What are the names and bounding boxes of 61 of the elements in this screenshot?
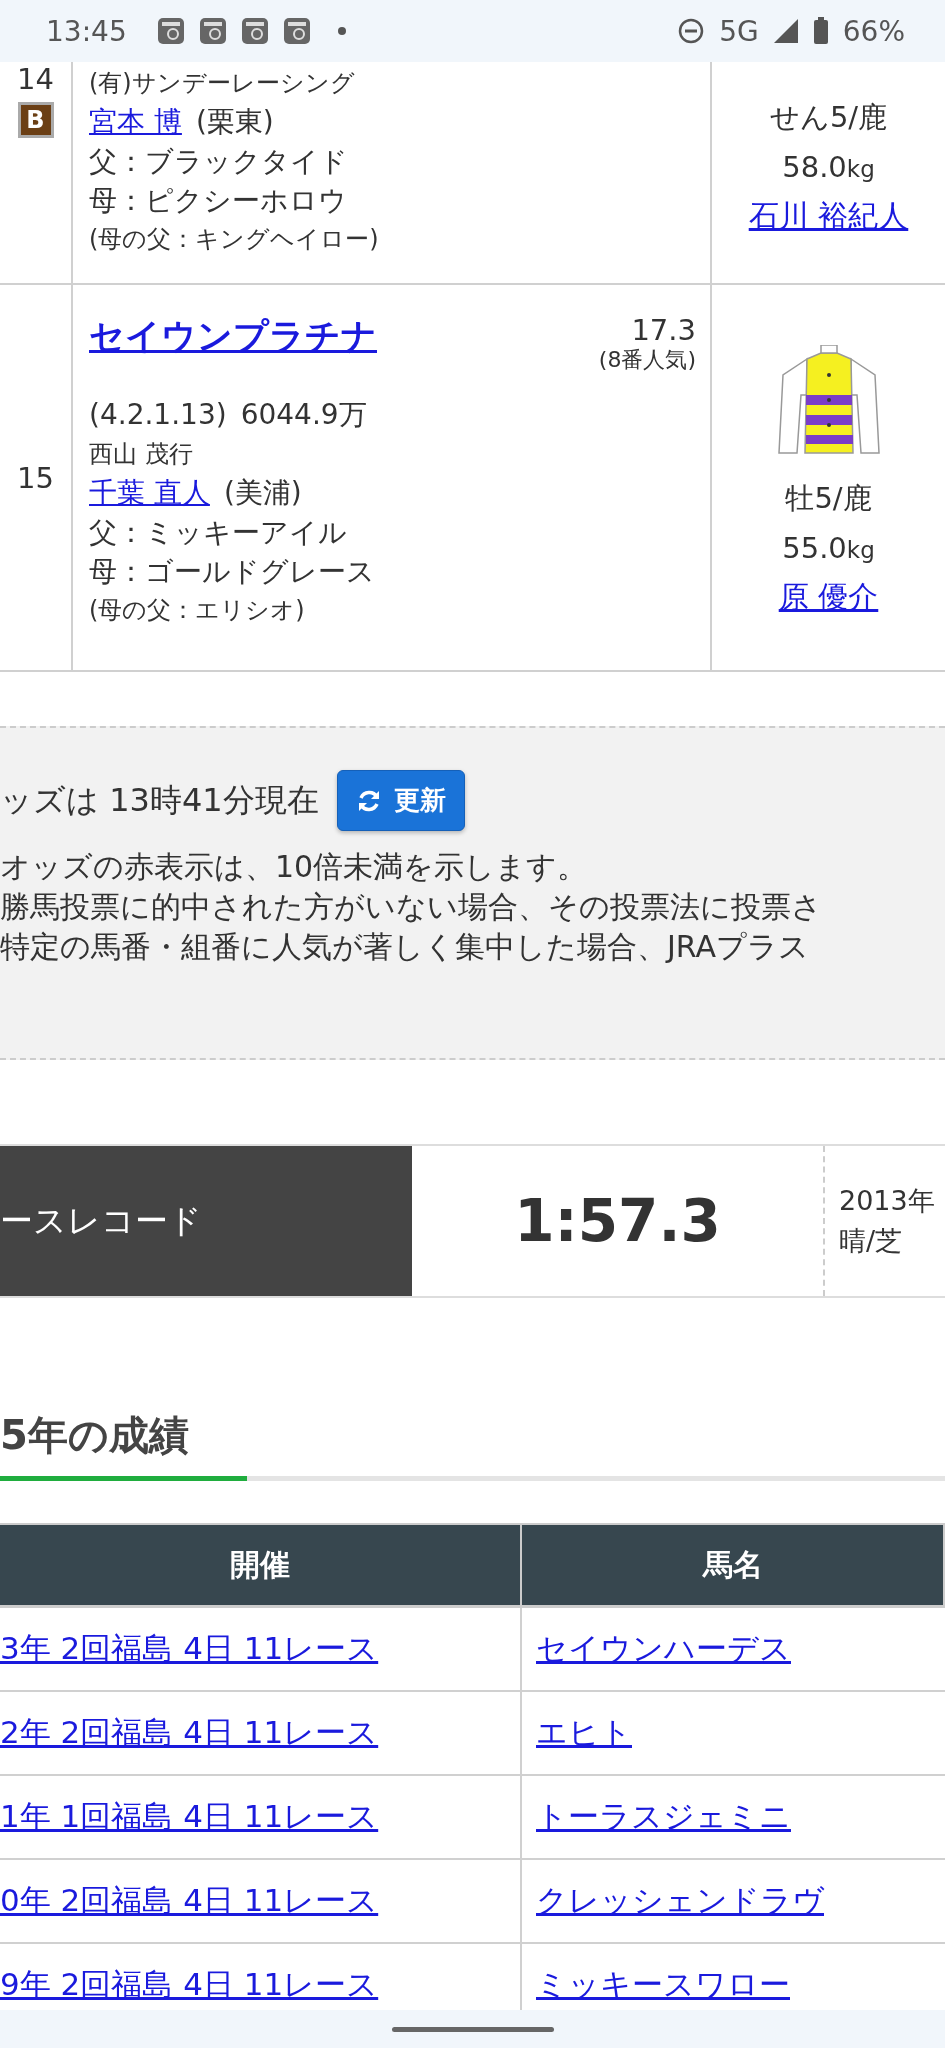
dam-sire-name: (母の父：キングヘイロー) xyxy=(89,224,380,255)
prize-money: 6044.9万 xyxy=(240,398,367,431)
weight-value: 55.0 xyxy=(782,531,847,565)
weight-value: 58.0 xyxy=(782,150,847,184)
trainer-link[interactable]: 千葉 直人 xyxy=(89,476,210,509)
record-date: 2013年 xyxy=(839,1184,936,1218)
refresh-button[interactable]: 更新 xyxy=(336,770,465,831)
notification-icon xyxy=(282,17,311,45)
odds-time-text: ッズは 13時41分現在 xyxy=(0,779,319,821)
weight-unit: kg xyxy=(846,537,875,563)
sire-name: 父：ミッキーアイル xyxy=(89,515,348,551)
sire-name: 父：ブラックタイド xyxy=(89,144,349,180)
note-text: 勝馬投票に的中された方がいない場合、その投票法に投票さ xyxy=(0,888,823,926)
odds-value: 17.3 xyxy=(631,313,696,347)
horse-number: 15 xyxy=(17,460,54,495)
horse-name-link[interactable]: セイウンプラチナ xyxy=(89,313,377,360)
race-link[interactable]: 2年 2回福島 4日 11レース xyxy=(0,1712,379,1754)
popularity-rank: (8番人気) xyxy=(598,347,696,373)
do-not-disturb-icon xyxy=(677,17,706,45)
record-condition: 晴/芝 xyxy=(839,1224,904,1258)
dam-name: 母：ゴールドグレース xyxy=(89,554,376,590)
battery-percent: 66% xyxy=(842,14,905,48)
sex-age: せん5/鹿 xyxy=(769,99,888,136)
stable-location: (栗東) xyxy=(195,105,274,138)
race-link[interactable]: 0年 2回福島 4日 11レース xyxy=(0,1880,379,1922)
horse-link[interactable]: クレッシェンドラヴ xyxy=(536,1880,824,1922)
dam-name: 母：ピクシーホロウ xyxy=(89,183,348,219)
weight-unit: kg xyxy=(846,156,875,182)
notification-icon xyxy=(240,17,269,45)
race-record: (4.2.1.13) xyxy=(89,398,227,431)
horse-link[interactable]: セイウンハーデス xyxy=(536,1628,791,1670)
dot-icon xyxy=(336,26,347,36)
jockey-link[interactable]: 石川 裕紀人 xyxy=(748,194,909,238)
owner-name: 西山 茂行 xyxy=(89,439,194,470)
blinker-badge: B xyxy=(17,102,54,138)
column-header: 開催 xyxy=(0,1525,522,1605)
battery-icon xyxy=(812,17,829,45)
trainer-link[interactable]: 宮本 博 xyxy=(89,105,182,138)
race-link[interactable]: 3年 2回福島 4日 11レース xyxy=(0,1628,379,1670)
section-heading: 5年の成績 xyxy=(0,1411,190,1460)
record-label: ースレコード xyxy=(0,1146,412,1296)
horse-link[interactable]: ミッキースワロー xyxy=(536,1964,790,2006)
horse-number: 14 xyxy=(17,62,54,96)
stable-location: (美浦) xyxy=(223,476,302,509)
horse-link[interactable]: エヒト xyxy=(536,1712,632,1754)
race-link[interactable]: 1年 1回福島 4日 11レース xyxy=(0,1796,379,1838)
race-link[interactable]: 9年 2回福島 4日 11レース xyxy=(0,1964,379,2006)
owner-name: (有)サンデーレーシング xyxy=(89,68,356,99)
jockey-link[interactable]: 原 優介 xyxy=(778,575,879,619)
network-label: 5G xyxy=(719,14,759,48)
notification-icon xyxy=(156,17,185,45)
record-time: 1:57.3 xyxy=(513,1186,722,1257)
dam-sire-name: (母の父：エリシオ) xyxy=(89,595,306,626)
sex-age: 牡5/鹿 xyxy=(785,480,872,517)
signal-icon xyxy=(772,18,799,44)
note-text: 特定の馬番・組番に人気が著しく集中した場合、JRAプラス xyxy=(0,928,810,966)
horse-link[interactable]: トーラスジェミニ xyxy=(536,1796,791,1838)
note-text: オッズの赤表示は、10倍未満を示します。 xyxy=(0,848,589,886)
column-header: 馬名 xyxy=(522,1525,945,1605)
notification-icon xyxy=(198,17,227,45)
clock: 13:45 xyxy=(46,14,127,48)
